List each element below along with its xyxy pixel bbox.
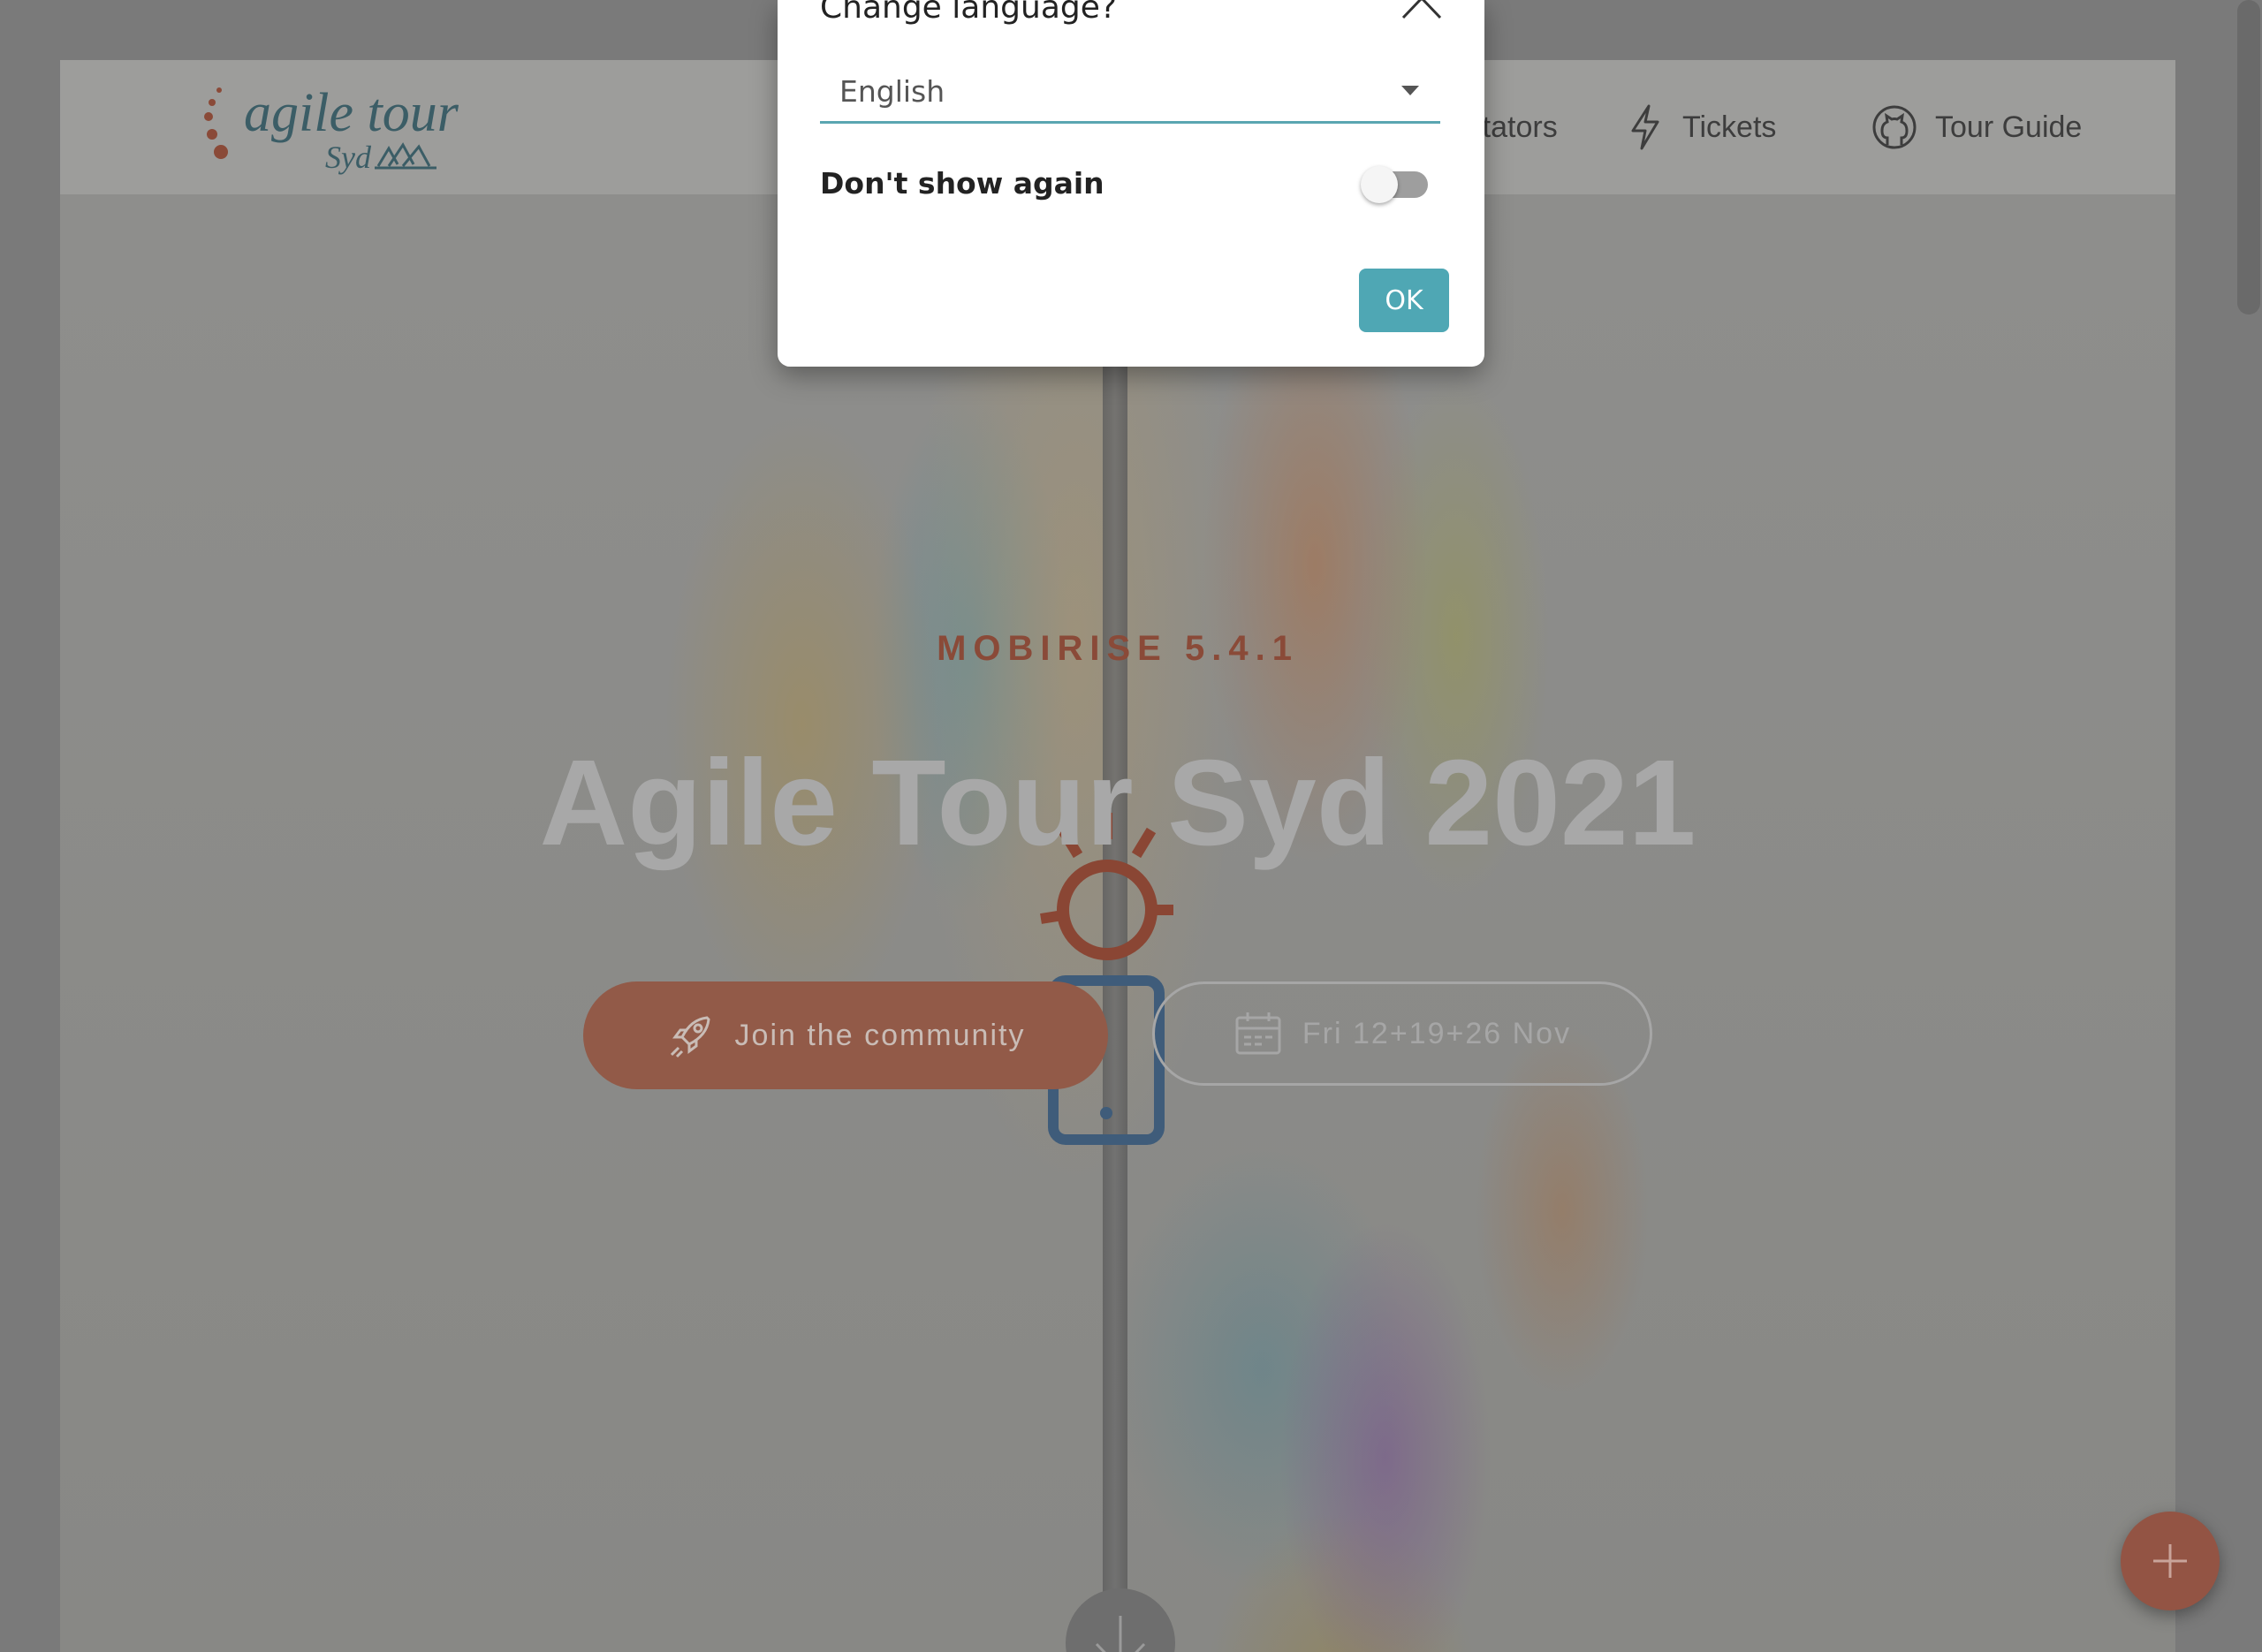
plus-icon	[2153, 1544, 2187, 1578]
hero-title: Agile Tour Syd 2021	[539, 735, 1696, 871]
join-community-button[interactable]: Join the community	[583, 981, 1108, 1089]
scroll-down-button[interactable]	[1066, 1588, 1175, 1652]
dont-show-again-toggle[interactable]	[1361, 166, 1431, 203]
event-dates-label: Fri 12+19+26 Nov	[1302, 1016, 1572, 1050]
agile-tour-logo[interactable]: agile tour Syd	[201, 80, 467, 177]
nav-item-label: Tickets	[1682, 110, 1777, 144]
arrow-down-icon	[1095, 1616, 1146, 1652]
hero-section: MOBIRISE 5.4.1 Agile Tour Syd 2021 Join …	[60, 194, 2175, 1652]
language-select-value: English	[839, 74, 945, 109]
github-icon	[1872, 105, 1917, 149]
nav-item-tour-guide[interactable]: Tour Guide	[1871, 60, 2082, 194]
change-language-modal: Change language? English Don't show agai…	[778, 0, 1484, 367]
logo-text: agile tour	[244, 83, 459, 143]
join-community-label: Join the community	[734, 1018, 1026, 1052]
logo-subtext: Syd	[325, 140, 372, 175]
toggle-knob	[1361, 166, 1398, 203]
calendar-icon	[1235, 1012, 1281, 1055]
lightning-icon	[1631, 104, 1659, 150]
nav-item-tickets[interactable]: Tickets	[1626, 60, 1776, 194]
rocket-icon	[670, 1016, 710, 1058]
close-chevron-icon[interactable]	[1400, 0, 1444, 27]
dont-show-again-label: Don't show again	[820, 166, 1104, 201]
ok-button[interactable]: OK	[1359, 269, 1449, 332]
modal-title: Change language?	[820, 0, 1117, 26]
chevron-down-icon[interactable]	[1401, 86, 1419, 95]
language-select[interactable]: English	[820, 62, 1440, 124]
nav-item-label: Tour Guide	[1935, 110, 2083, 144]
ok-button-label: OK	[1385, 284, 1423, 316]
floating-add-button[interactable]	[2121, 1512, 2220, 1610]
hero-kicker: MOBIRISE 5.4.1	[937, 629, 1299, 668]
scrollbar-thumb[interactable]	[2237, 0, 2260, 314]
event-dates-button[interactable]: Fri 12+19+26 Nov	[1152, 981, 1652, 1086]
